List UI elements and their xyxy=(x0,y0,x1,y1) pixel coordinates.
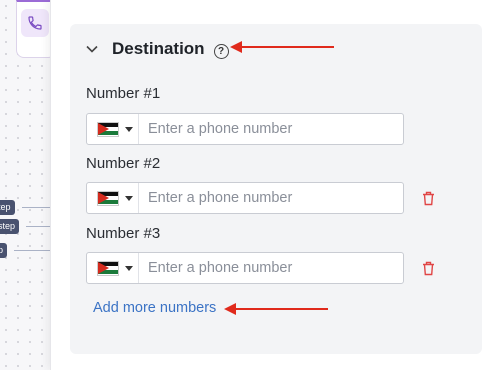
number-3-input[interactable]: Enter a phone number xyxy=(86,252,404,284)
destination-header[interactable]: Destination ? xyxy=(86,38,229,60)
phone-number-placeholder[interactable]: Enter a phone number xyxy=(148,121,292,137)
connector-line xyxy=(26,226,50,227)
step-tag[interactable]: tep xyxy=(0,200,15,215)
phone-number-placeholder[interactable]: Enter a phone number xyxy=(148,260,292,276)
delete-number-2-button[interactable] xyxy=(420,189,436,207)
number-3-label: Number #3 xyxy=(86,225,161,242)
number-2-input[interactable]: Enter a phone number xyxy=(86,182,404,214)
delete-number-3-button[interactable] xyxy=(420,259,436,277)
number-1-input[interactable]: Enter a phone number xyxy=(86,113,404,145)
jordan-flag-icon xyxy=(97,260,119,276)
trash-icon xyxy=(422,261,434,275)
number-2-label: Number #2 xyxy=(86,155,161,172)
country-code-dropdown[interactable] xyxy=(87,183,139,213)
connector-line xyxy=(14,250,50,251)
phone-number-placeholder[interactable]: Enter a phone number xyxy=(148,190,292,206)
chevron-down-icon[interactable] xyxy=(86,40,98,58)
step-tag[interactable]: p xyxy=(0,243,8,258)
caret-down-icon xyxy=(125,126,133,132)
phone-icon xyxy=(21,9,49,37)
step-tag[interactable]: step xyxy=(0,219,20,234)
jordan-flag-icon xyxy=(97,190,119,206)
annotation-arrow-icon xyxy=(230,41,334,53)
jordan-flag-icon xyxy=(97,121,119,137)
caret-down-icon xyxy=(125,195,133,201)
help-icon[interactable]: ? xyxy=(213,43,229,59)
destination-title: Destination xyxy=(112,39,205,58)
workflow-canvas[interactable]: tep step p xyxy=(0,0,56,370)
country-code-dropdown[interactable] xyxy=(87,253,139,283)
trash-icon xyxy=(422,191,434,205)
number-1-label: Number #1 xyxy=(86,85,161,102)
country-code-dropdown[interactable] xyxy=(87,114,139,144)
add-more-numbers-link[interactable]: Add more numbers xyxy=(93,300,216,316)
annotation-arrow-icon xyxy=(224,303,328,315)
connector-line xyxy=(22,207,50,208)
caret-down-icon xyxy=(125,265,133,271)
